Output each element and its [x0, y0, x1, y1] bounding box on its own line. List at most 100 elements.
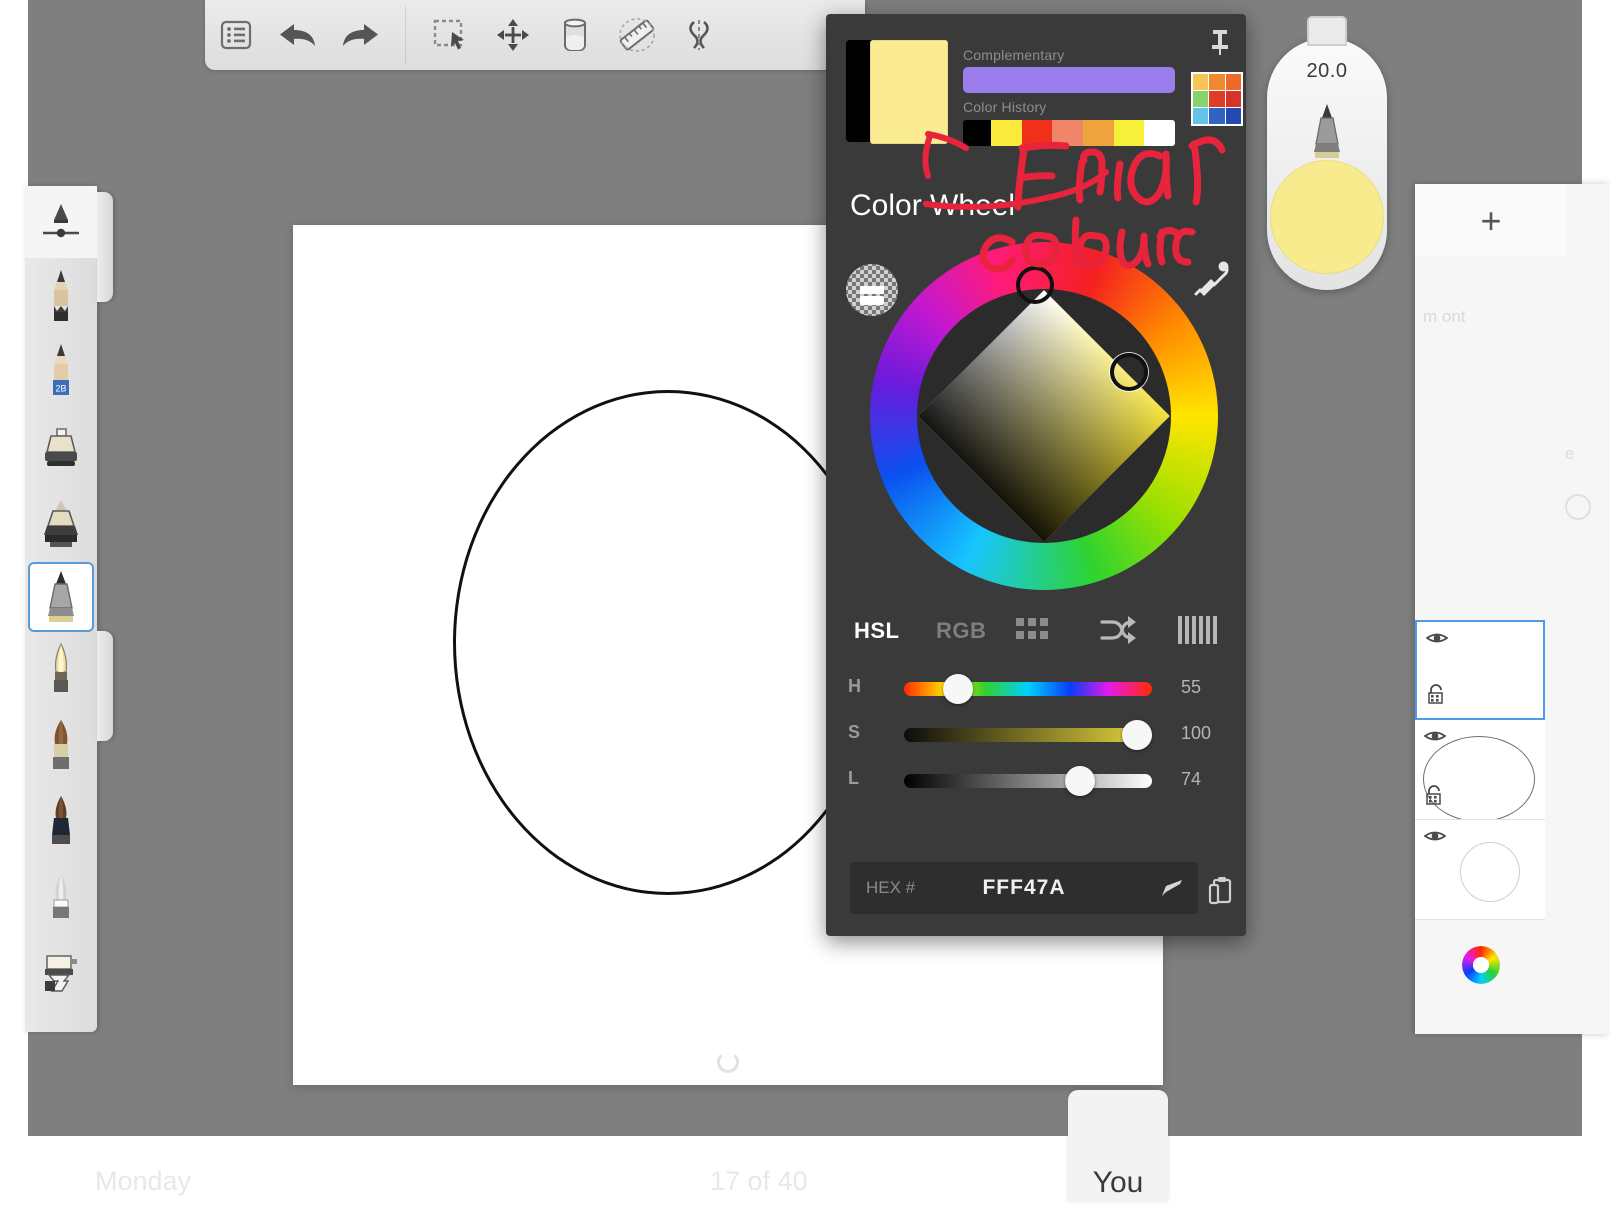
shuffle-icon[interactable] — [1098, 614, 1138, 651]
color-picker-dialog: Complementary Color History Color Wheel — [826, 14, 1246, 936]
gradient-bars-icon[interactable] — [1178, 616, 1222, 649]
palette-swatch[interactable] — [1193, 108, 1209, 124]
you-tab[interactable]: You — [1068, 1090, 1168, 1202]
brush-eraser-block[interactable] — [25, 410, 97, 486]
day-label: Monday — [95, 1166, 192, 1196]
brush-flat-brush[interactable] — [25, 784, 97, 860]
current-color-swatch-large[interactable] — [870, 40, 948, 144]
tab-rgb[interactable]: RGB — [936, 618, 986, 644]
complementary-color-bar[interactable] — [963, 67, 1175, 93]
palette-grid-swatches[interactable] — [1191, 72, 1243, 126]
you-tab-label: You — [1092, 1166, 1144, 1199]
ruler-icon[interactable] — [606, 6, 668, 64]
saturation-slider-knob[interactable] — [1122, 720, 1152, 750]
pod-clip-handle[interactable] — [1307, 16, 1347, 46]
color-history-strip[interactable] — [963, 120, 1175, 146]
layer-row[interactable] — [1415, 620, 1545, 720]
bottom-status-bar: Monday 17 of 40 You — [0, 1090, 1610, 1208]
layer-thumbnail-circle — [1460, 842, 1520, 902]
color-wheel-area — [826, 240, 1246, 592]
complementary-label: Complementary — [963, 47, 1065, 63]
lock-alpha-icon[interactable] — [1424, 784, 1444, 811]
toolbar-divider — [405, 6, 406, 64]
layers-menu-icon[interactable] — [205, 6, 267, 64]
lightness-slider-knob[interactable] — [1065, 766, 1096, 796]
color-history-swatch[interactable] — [991, 120, 1022, 146]
hue-slider-knob[interactable] — [943, 674, 974, 704]
redo-icon[interactable] — [329, 6, 391, 64]
eye-visibility-icon[interactable] — [1423, 828, 1447, 849]
brush-pencil-2b[interactable]: 2B — [25, 334, 97, 410]
brush-marker[interactable] — [25, 486, 97, 562]
palette-swatch[interactable] — [1193, 74, 1209, 90]
layer-row[interactable] — [1415, 820, 1545, 920]
selection-icon[interactable] — [420, 6, 482, 64]
pin-icon[interactable] — [1208, 28, 1232, 61]
palette-swatch[interactable] — [1209, 91, 1225, 107]
hue-ring[interactable] — [870, 242, 1218, 590]
lightness-slider[interactable] — [904, 774, 1152, 788]
hue-ring-marker[interactable] — [1016, 266, 1054, 304]
brush-size-pod[interactable]: 20.0 — [1267, 16, 1387, 290]
eyedropper-icon[interactable] — [1190, 258, 1232, 305]
hue-slider-value: 55 — [1181, 677, 1202, 697]
palette-swatch[interactable] — [1209, 108, 1225, 124]
layers-panel: + m ont e — [1415, 184, 1610, 1034]
brush-rail: 2B — [25, 186, 113, 1032]
lightness-slider-label: L — [848, 768, 859, 788]
brush-round-brush[interactable] — [25, 708, 97, 784]
lock-alpha-icon[interactable] — [1426, 683, 1446, 710]
color-history-swatch[interactable] — [1144, 120, 1175, 146]
palette-swatch[interactable] — [1225, 108, 1241, 124]
add-layer-plus-icon: + — [1480, 199, 1502, 241]
brush-inkpen[interactable] — [28, 562, 94, 632]
tab-hsl[interactable]: HSL — [854, 618, 900, 644]
panel-ghost-circle — [1565, 494, 1591, 520]
current-color-swatch[interactable] — [1270, 160, 1384, 274]
palette-swatch[interactable] — [1225, 74, 1241, 90]
palette-swatch[interactable] — [1193, 91, 1209, 107]
layer-row[interactable] — [1415, 720, 1545, 820]
toolbar-group-tools — [420, 0, 730, 70]
hue-slider[interactable] — [904, 682, 1152, 696]
brush-paint-roller[interactable] — [25, 936, 97, 1012]
hsl-sliders: H 55 S 100 L 74 — [826, 664, 1246, 834]
brush-calligraphy[interactable] — [25, 632, 97, 708]
brush-rail-handle-bottom[interactable] — [97, 631, 113, 741]
palette-swatch[interactable] — [1225, 91, 1241, 107]
color-wheel-icon[interactable] — [1462, 946, 1500, 984]
brush-pencil[interactable] — [25, 258, 97, 334]
hex-input-bar[interactable]: HEX # FFF47A — [850, 862, 1198, 914]
app-root: 2B + m ont e 20.0 Complementary Color Hi… — [0, 0, 1610, 1208]
color-history-swatch[interactable] — [1021, 120, 1053, 146]
color-history-swatch[interactable] — [1083, 120, 1114, 146]
current-brush-icon[interactable] — [1306, 100, 1348, 167]
symmetry-icon[interactable] — [668, 6, 730, 64]
canvas-rotate-handle[interactable] — [717, 1051, 739, 1073]
color-history-swatch[interactable] — [963, 120, 991, 146]
layer-stack — [1415, 620, 1545, 920]
undo-icon[interactable] — [267, 6, 329, 64]
lightness-slider-value: 74 — [1181, 769, 1202, 789]
transform-move-icon[interactable] — [482, 6, 544, 64]
swatch-grid-icon[interactable] — [1016, 618, 1050, 649]
brush-size-value: 20.0 — [1306, 60, 1348, 82]
add-layer-button[interactable]: + — [1415, 184, 1567, 257]
hex-value[interactable]: FFF47A — [850, 876, 1198, 900]
page-indicator: 17 of 40 — [710, 1166, 808, 1196]
palette-swatch[interactable] — [1209, 74, 1225, 90]
saturation-value-marker[interactable] — [1110, 353, 1148, 391]
page-title: Color Wheel — [850, 189, 1016, 222]
brush-airbrush[interactable] — [25, 860, 97, 936]
brush-rail-handle-top[interactable] — [97, 192, 113, 302]
transparency-icon[interactable] — [844, 262, 900, 323]
eye-visibility-icon[interactable] — [1425, 630, 1449, 651]
color-history-swatch[interactable] — [1052, 120, 1084, 146]
copy-clipboard-icon[interactable] — [1208, 876, 1234, 911]
water-jar-icon[interactable] — [544, 6, 606, 64]
color-history-swatch[interactable] — [1113, 120, 1145, 146]
saturation-slider[interactable] — [904, 728, 1152, 742]
brush-size-slider-header[interactable] — [25, 186, 97, 258]
pencil-edit-icon[interactable] — [1160, 878, 1184, 903]
lightness-slider-row: L 74 — [826, 756, 1246, 802]
